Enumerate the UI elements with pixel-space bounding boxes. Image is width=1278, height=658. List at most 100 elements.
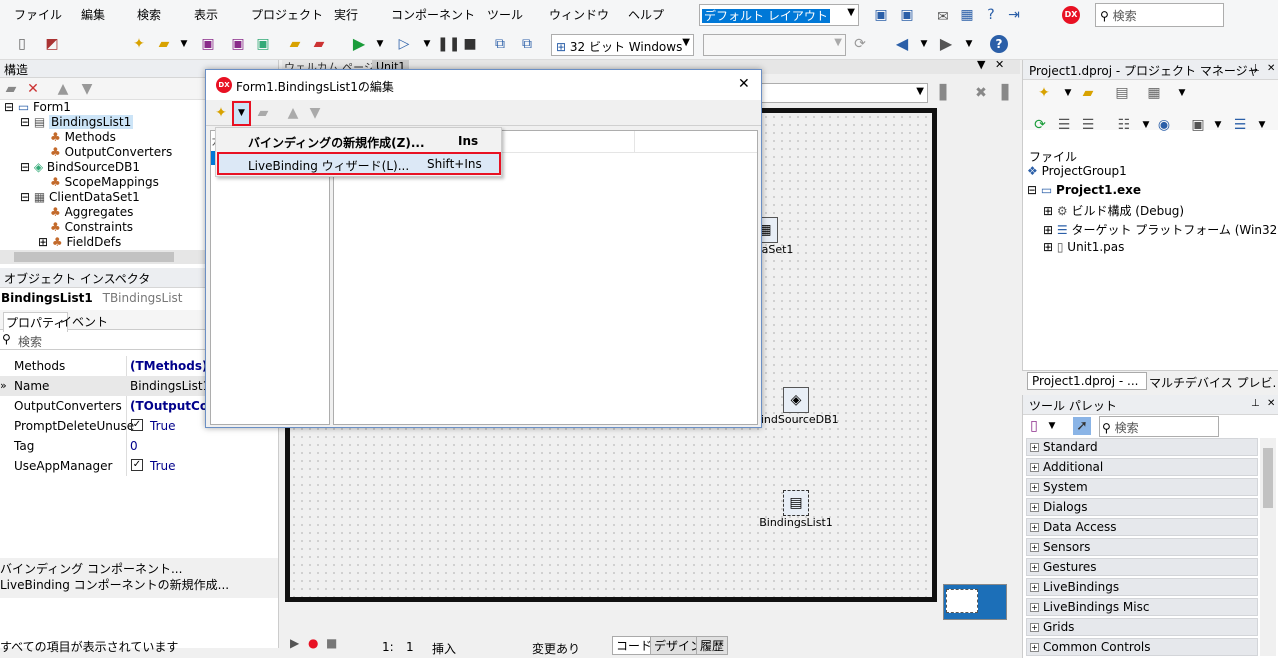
tree-item-unit1[interactable]: ⊞ ▯ Unit1.pas [1043,240,1124,255]
remove-from-project-icon[interactable]: ▰ [310,35,328,53]
forward-dropdown-icon[interactable]: ▼ [960,35,978,53]
down-arrow-icon[interactable]: ▼ [78,80,96,98]
menu-item-new-binding[interactable]: バインディングの新規作成(Z)... Ins [216,130,501,151]
component-bindingslist1[interactable]: ▤ BindingsList1 [751,490,841,529]
list-dropdown-icon[interactable]: ▼ [1137,116,1155,134]
menu-file[interactable]: ファイル [14,6,62,23]
add-icon[interactable]: ▰ [1079,84,1097,102]
run-without-debug-icon[interactable]: ▷ [395,35,413,53]
tab-properties[interactable]: プロパティ [3,312,69,332]
tree-item-target-platform[interactable]: ⊞ ☰ ターゲット プラットフォーム (Win32) [1043,221,1278,237]
folder-icon[interactable]: ▰ [2,80,20,98]
stop-icon[interactable]: ■ [461,35,479,53]
tab-list-dropdown-icon[interactable]: ▼ [977,58,985,71]
new-items-icon[interactable]: ✦ [130,35,148,53]
menu-help[interactable]: ヘルプ [628,6,664,23]
options-dropdown-icon[interactable]: ▼ [1209,116,1227,134]
close-panel-icon[interactable]: ✕ [1267,63,1275,74]
collapse-all-icon[interactable]: ☰ [1055,116,1073,134]
back-dropdown-icon[interactable]: ▼ [915,35,933,53]
ide-search-input[interactable]: ⚲ 検索 [1095,3,1224,27]
menu-view[interactable]: 表示 [194,6,218,23]
oi-row-tag[interactable]: Tag 0 [0,436,278,456]
view-icon[interactable]: ▦ [1145,84,1163,102]
pin-icon[interactable]: ⊥ [1251,398,1260,409]
pin-icon[interactable]: ⊥ [1251,63,1260,74]
forward-icon[interactable]: ▶ [937,35,955,53]
move-down-icon[interactable]: ▼ [306,104,324,122]
palette-category-icon[interactable]: ▯ [1025,417,1043,435]
run-nodebug-dropdown-icon[interactable]: ▼ [418,35,436,53]
menu-search[interactable]: 検索 [137,6,161,23]
palette-category-data-access[interactable]: + Data Access [1026,518,1258,536]
open-icon[interactable]: ▤ [1113,84,1131,102]
open-project-icon[interactable]: ◩ [43,35,61,53]
tree-item-outputconverters[interactable]: ♣ OutputConverters [50,145,172,160]
platform-dropdown-icon[interactable]: ▼ [1253,116,1271,134]
designer-tool-icon[interactable]: ▋ [936,84,954,102]
up-arrow-icon[interactable]: ▲ [54,80,72,98]
tree-item-clientdataset1[interactable]: ⊟ ▦ ClientDataSet1 [20,190,140,205]
login-icon[interactable]: ⇥ [1005,6,1023,24]
tab-multidevice-preview[interactable]: マルチデバイス プレビ... [1149,374,1277,391]
designer-tool2-icon[interactable]: ✖ [972,84,990,102]
add-to-project-icon[interactable]: ▰ [286,35,304,53]
move-up-icon[interactable]: ▲ [284,104,302,122]
menu-window[interactable]: ウィンドウ [549,6,609,23]
save-icon[interactable]: ▣ [199,35,217,53]
tree-item-bindsourcedb1[interactable]: ⊟ ◈ BindSourceDB1 [20,160,140,175]
tree-item-project1[interactable]: ⊟ ▭ Project1.exe [1027,183,1141,198]
palette-category-gestures[interactable]: + Gestures [1026,558,1258,576]
tree-item-aggregates[interactable]: ♣ Aggregates [50,205,133,220]
config-combo[interactable]: ▼ [703,34,846,56]
open-dropdown-icon[interactable]: ▼ [175,35,193,53]
palette-dropdown-icon[interactable]: ▼ [1043,417,1061,435]
tree-item-scopemappings[interactable]: ♣ ScopeMappings [50,175,159,190]
close-icon[interactable]: ✕ [738,76,750,92]
menu-project[interactable]: プロジェクト [251,6,323,23]
delete-binding-icon[interactable]: ▰ [254,104,272,122]
record-icon[interactable]: ● [308,636,318,650]
delete-icon[interactable]: ✕ [24,80,42,98]
list-icon[interactable]: ☷ [1115,116,1133,134]
menu-tools[interactable]: ツール [487,6,523,23]
play-icon[interactable]: ▶ [290,636,299,650]
new-binding-icon[interactable]: ✦ [212,104,230,122]
palette-category-common-controls[interactable]: + Common Controls [1026,638,1258,656]
pointer-icon[interactable]: ➚ [1073,417,1091,435]
palette-category-additional[interactable]: + Additional [1026,458,1258,476]
new-item-dropdown-icon[interactable]: ▼ [1059,84,1077,102]
save-as-icon[interactable]: ▣ [254,35,272,53]
open-icon[interactable]: ▰ [155,35,173,53]
palette-category-standard[interactable]: + Standard [1026,438,1258,456]
tree-item-bindingslist1[interactable]: ⊟ ▤ BindingsList1 [20,115,134,130]
tree-item-methods[interactable]: ♣ Methods [50,130,116,145]
step-over-icon[interactable]: ⧉ [491,35,509,53]
tree-item-fielddefs[interactable]: ⊞ ♣ FieldDefs [38,235,121,250]
tree-item-projectgroup1[interactable]: ❖ ProjectGroup1 [1027,164,1127,179]
help-icon[interactable]: ? [990,35,1008,53]
tree-item-build-config[interactable]: ⊞ ⚙ ビルド構成 (Debug) [1043,202,1184,218]
refresh-icon[interactable]: ⟳ [851,35,869,53]
run-icon[interactable]: ▶ [350,35,368,53]
options-icon[interactable]: ▣ [1189,116,1207,134]
checkbox-checked[interactable]: ✓ [131,459,143,471]
palette-search-input[interactable]: ⚲ 検索 [1099,416,1219,437]
menu-component[interactable]: コンポーネント [391,6,475,23]
tree-item-form1[interactable]: ⊟ ▭ Form1 [4,100,71,115]
designer-tool3-icon[interactable]: ▋ [998,84,1016,102]
pause-icon[interactable]: ❚❚ [437,35,460,53]
new-item-icon[interactable]: ✦ [1035,84,1053,102]
calendar-icon[interactable]: ▦ [958,6,976,24]
debug-desktop-icon[interactable]: ▣ [898,6,916,24]
form-selector-combo[interactable]: ▼ [752,83,928,103]
stop-record-icon[interactable]: ■ [326,636,337,650]
palette-scrollbar[interactable] [1260,438,1276,656]
view-dropdown-icon[interactable]: ▼ [1173,84,1191,102]
menu-run[interactable]: 実行 [334,6,358,23]
menu-edit[interactable]: 編集 [81,6,105,23]
platform-combo[interactable]: ⊞ 32 ビット Windows ▼ [551,34,694,56]
save-all-icon[interactable]: ▣ [229,35,247,53]
platform-icon[interactable]: ☰ [1231,116,1249,134]
component-bindsourcedb1[interactable]: ◈ BindSourceDB1 [751,387,841,426]
